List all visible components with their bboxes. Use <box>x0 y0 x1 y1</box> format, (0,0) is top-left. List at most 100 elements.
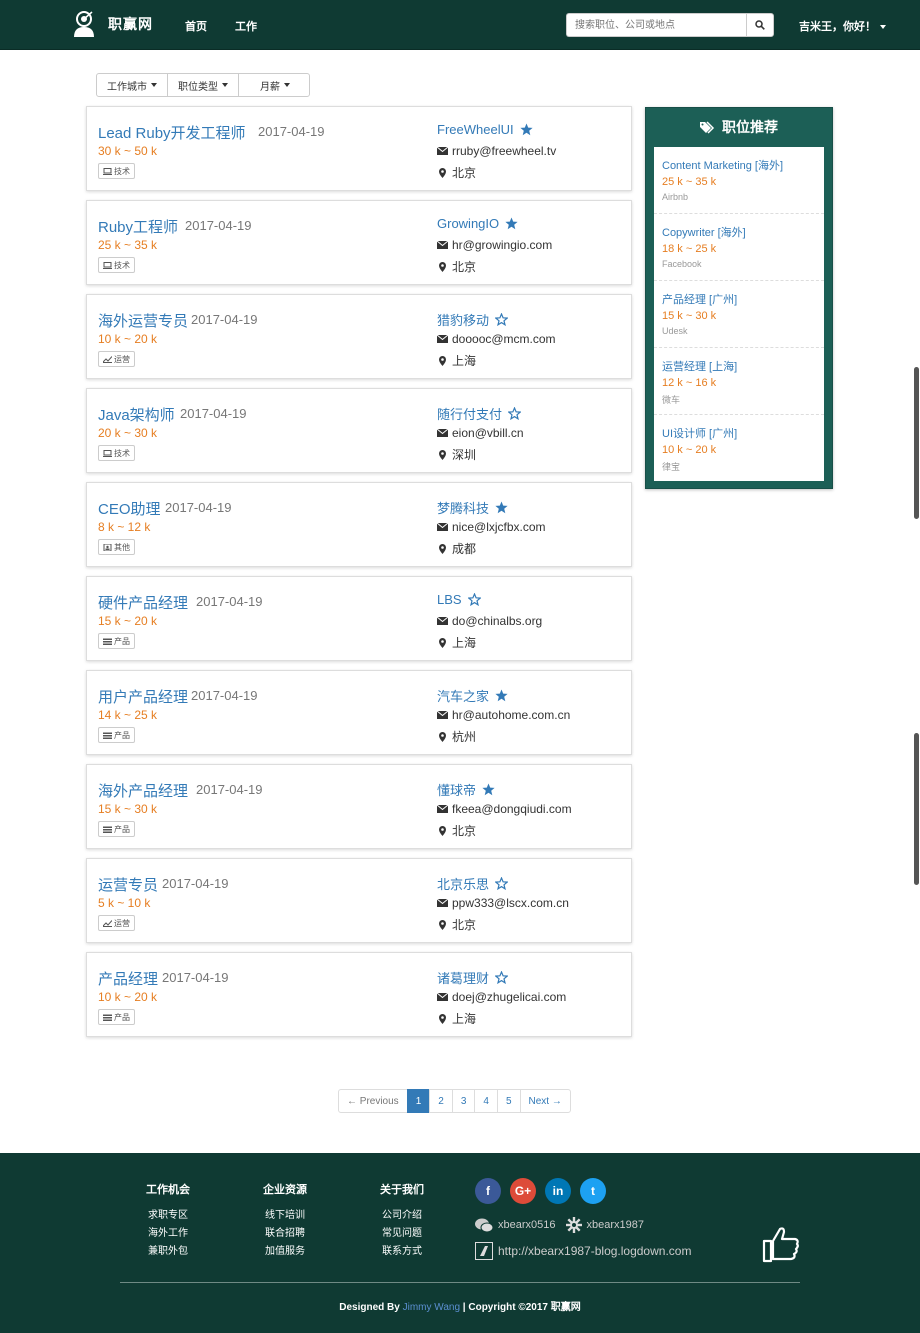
job-title[interactable]: Java架构师 <box>98 404 175 425</box>
page-1[interactable]: 1 <box>406 1089 431 1113</box>
recommend-item[interactable]: 运营经理 [上海] 12 k ~ 16 k 微车 <box>654 348 824 415</box>
company-name[interactable]: 汽车之家 <box>437 686 508 705</box>
page-5[interactable]: 5 <box>496 1089 521 1113</box>
company-label: 北京乐思 <box>437 877 490 892</box>
scrollbar-thumb[interactable] <box>914 367 919 519</box>
footer-link[interactable]: 联系方式 <box>362 1243 442 1261</box>
recommend-item-company: Facebook <box>662 259 702 269</box>
star-filled-icon[interactable] <box>519 123 533 136</box>
recommend-item[interactable]: Copywriter [海外] 18 k ~ 25 k Facebook <box>654 214 824 281</box>
footer-link[interactable]: 加值服务 <box>245 1243 325 1261</box>
star-empty-icon[interactable] <box>495 971 509 984</box>
recommend-item-title[interactable]: 产品经理 [广州] <box>662 291 816 307</box>
email-text: do@chinalbs.org <box>452 614 543 628</box>
linkedin-icon[interactable]: in <box>545 1178 571 1204</box>
job-tag[interactable]: 产品 <box>98 633 135 649</box>
envelope-icon <box>437 523 448 531</box>
job-title[interactable]: 海外产品经理 <box>98 780 188 801</box>
job-title[interactable]: CEO助理 <box>98 498 161 519</box>
company-name[interactable]: 猎豹移动 <box>437 310 509 329</box>
company-name[interactable]: FreeWheelUI <box>437 122 533 137</box>
footer-link[interactable]: 海外工作 <box>128 1225 208 1243</box>
job-card: 运营专员 2017-04-19 5 k ~ 10 k 运营 北京乐思 ppw333@lsc… <box>86 858 632 943</box>
filter-city[interactable]: 工作城市 <box>96 73 168 97</box>
job-tag[interactable]: 技术 <box>98 163 135 179</box>
company-name[interactable]: 诸葛理财 <box>437 968 509 987</box>
author-link[interactable]: Jimmy Wang <box>403 1302 460 1313</box>
filter-type[interactable]: 职位类型 <box>167 73 239 97</box>
star-filled-icon[interactable] <box>505 217 518 230</box>
footer-link[interactable]: 兼职外包 <box>128 1243 208 1261</box>
footer-link[interactable]: 常见问题 <box>362 1225 442 1243</box>
job-date: 2017-04-19 <box>162 970 229 985</box>
job-title[interactable]: 用户产品经理 <box>98 686 188 707</box>
filter-salary[interactable]: 月薪 <box>238 73 310 97</box>
job-tag[interactable]: 产品 <box>98 821 135 837</box>
job-title[interactable]: 硬件产品经理 <box>98 592 188 613</box>
wechat-id: xbearx0516 <box>498 1219 556 1231</box>
company-name[interactable]: 梦腾科技 <box>437 498 508 517</box>
star-filled-icon[interactable] <box>495 501 508 514</box>
job-title[interactable]: 海外运营专员 <box>98 310 188 331</box>
job-tag[interactable]: 产品 <box>98 1009 135 1025</box>
search-button[interactable] <box>746 13 774 37</box>
page-previous[interactable]: ← Previous <box>338 1089 408 1113</box>
footer-link[interactable]: 求职专区 <box>128 1207 208 1225</box>
job-tag[interactable]: 技术 <box>98 445 135 461</box>
email-text: doej@zhugelicai.com <box>452 990 567 1004</box>
map-marker-icon <box>439 449 446 460</box>
star-filled-icon[interactable] <box>495 689 508 702</box>
footer-link[interactable]: 公司介绍 <box>362 1207 442 1225</box>
list-icon <box>103 638 112 645</box>
thumbs-up-icon <box>762 1227 799 1263</box>
company-name[interactable]: LBS <box>437 592 481 607</box>
page-3[interactable]: 3 <box>451 1089 476 1113</box>
star-empty-icon[interactable] <box>495 877 509 890</box>
scrollbar-thumb[interactable] <box>914 733 919 885</box>
job-title[interactable]: 产品经理 <box>98 968 158 989</box>
job-tag[interactable]: 产品 <box>98 727 135 743</box>
page-next[interactable]: Next → <box>519 1089 571 1113</box>
recommend-item-title[interactable]: UI设计师 [广州] <box>662 425 816 441</box>
job-salary: 5 k ~ 10 k <box>98 896 151 910</box>
facebook-icon[interactable]: f <box>475 1178 501 1204</box>
recommend-item[interactable]: UI设计师 [广州] 10 k ~ 20 k 律宝 <box>654 415 824 482</box>
blog-link[interactable]: http://xbearx1987-blog.logdown.com <box>498 1244 691 1258</box>
company-name[interactable]: 懂球帝 <box>437 780 495 799</box>
job-salary: 8 k ~ 12 k <box>98 520 151 534</box>
google-plus-icon[interactable]: G+ <box>510 1178 536 1204</box>
recommend-item-title[interactable]: Copywriter [海外] <box>662 224 816 240</box>
page-4[interactable]: 4 <box>474 1089 498 1113</box>
recommend-item-title[interactable]: 运营经理 [上海] <box>662 358 816 374</box>
page-2[interactable]: 2 <box>429 1089 453 1113</box>
map-marker-icon <box>439 637 446 648</box>
user-menu[interactable]: 吉米王，你好！ <box>799 18 886 34</box>
job-title[interactable]: Ruby工程师 <box>98 216 178 237</box>
job-tag[interactable]: 运营 <box>98 351 135 367</box>
job-tag[interactable]: 技术 <box>98 257 135 273</box>
job-tag[interactable]: 其他 <box>98 539 135 555</box>
star-filled-icon[interactable] <box>482 783 495 796</box>
search-input[interactable] <box>566 13 746 37</box>
recommend-item-salary: 25 k ~ 35 k <box>662 176 717 188</box>
nav-home[interactable]: 首页 <box>185 18 207 34</box>
recommend-item[interactable]: Content Marketing [海外] 25 k ~ 35 k Airbnb <box>654 147 824 214</box>
star-empty-icon[interactable] <box>467 593 481 606</box>
nav-jobs[interactable]: 工作 <box>235 18 257 34</box>
footer-link[interactable]: 联合招聘 <box>245 1225 325 1243</box>
footer-link[interactable]: 线下培训 <box>245 1207 325 1225</box>
company-name[interactable]: 随行付支付 <box>437 404 522 423</box>
job-title[interactable]: Lead Ruby开发工程师 <box>98 122 246 143</box>
twitter-icon[interactable]: t <box>580 1178 606 1204</box>
brand[interactable]: 职赢网 <box>72 11 153 37</box>
star-empty-icon[interactable] <box>508 407 522 420</box>
job-title[interactable]: 运营专员 <box>98 874 158 895</box>
company-name[interactable]: 北京乐思 <box>437 874 509 893</box>
company-name[interactable]: GrowingIO <box>437 216 518 231</box>
email-text: nice@lxjcfbx.com <box>452 520 546 534</box>
recommend-item-title[interactable]: Content Marketing [海外] <box>662 157 816 173</box>
star-empty-icon[interactable] <box>495 313 509 326</box>
job-tag[interactable]: 运营 <box>98 915 135 931</box>
recommend-item[interactable]: 产品经理 [广州] 15 k ~ 30 k Udesk <box>654 281 824 348</box>
recommend-item-company: Airbnb <box>662 192 689 202</box>
